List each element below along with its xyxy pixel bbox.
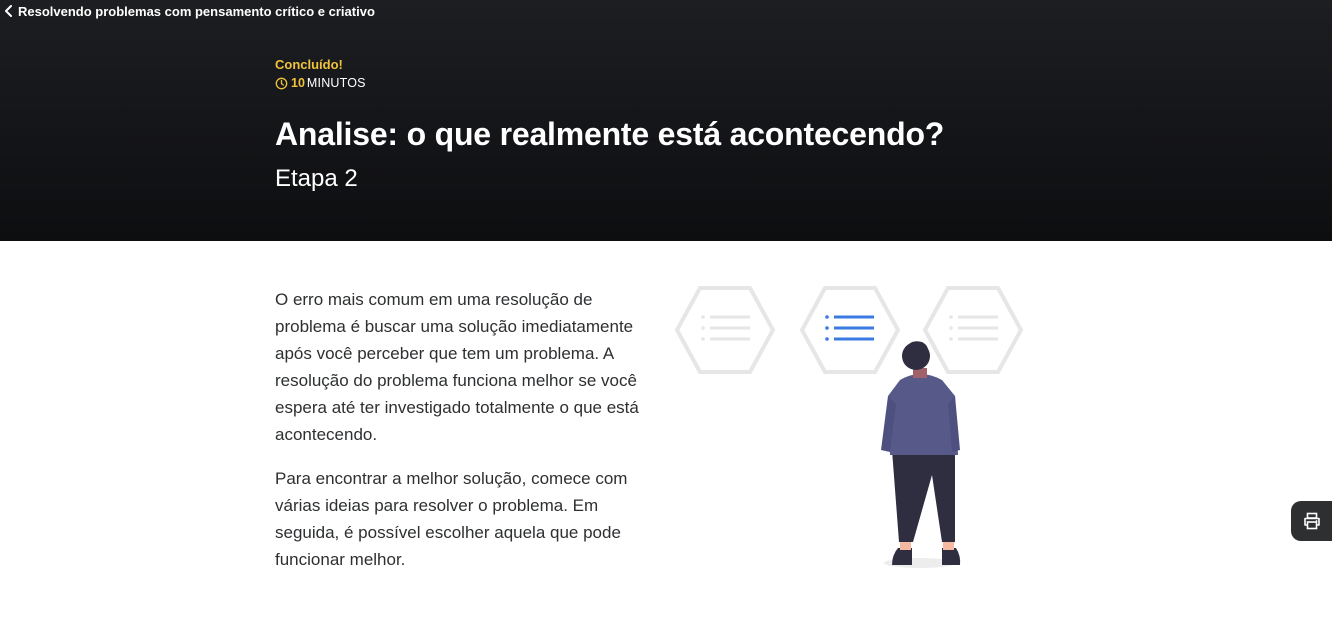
person-looking-at-options-illustration xyxy=(674,286,1024,568)
print-button[interactable] xyxy=(1291,501,1332,541)
duration-unit: MINUTOS xyxy=(306,76,366,90)
completion-status: Concluído! xyxy=(275,57,343,72)
lesson-text: O erro mais comum em uma resolução de pr… xyxy=(275,286,640,573)
back-link-label[interactable]: Resolvendo problemas com pensamento crít… xyxy=(18,4,375,19)
hexagon-option-right xyxy=(922,286,1024,374)
hexagon-option-left xyxy=(674,286,776,374)
back-link[interactable]: Resolvendo problemas com pensamento crít… xyxy=(4,2,375,20)
lesson-header: Resolvendo problemas com pensamento crít… xyxy=(0,0,1332,241)
printer-icon xyxy=(1303,512,1320,530)
step-subtitle: Etapa 2 xyxy=(275,165,358,192)
page-title: Analise: o que realmente está acontecend… xyxy=(275,116,945,152)
chevron-left-icon xyxy=(5,5,12,17)
hexagon-option-center xyxy=(799,286,901,374)
person-figure xyxy=(881,341,961,568)
paragraph: Para encontrar a melhor solução, comece … xyxy=(275,469,628,569)
lesson-duration: 10 MINUTOS xyxy=(275,75,366,91)
paragraph: O erro mais comum em uma resolução de pr… xyxy=(275,290,639,444)
duration-value: 10 xyxy=(291,76,305,90)
clock-icon xyxy=(275,77,288,89)
